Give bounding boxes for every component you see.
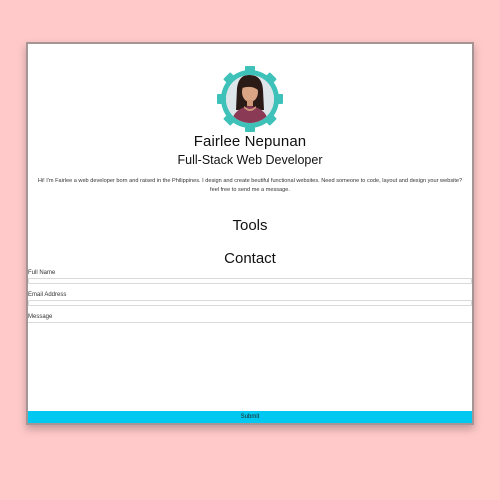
- contact-heading: Contact: [224, 250, 276, 267]
- portfolio-window: Fairlee Nepunan Full-Stack Web Developer…: [26, 42, 474, 425]
- profile-name: Fairlee Nepunan: [193, 133, 307, 150]
- full-name-field[interactable]: [28, 278, 472, 284]
- avatar: [217, 66, 283, 132]
- profile-bio: Hi! I'm Fairlee a web developer born and…: [37, 178, 463, 193]
- message-field[interactable]: [28, 322, 472, 410]
- email-label: Email Address: [28, 292, 67, 298]
- avatar-gear-frame: [217, 66, 283, 132]
- tools-heading: Tools: [232, 217, 268, 234]
- message-label: Message: [28, 314, 53, 320]
- portfolio-page: Fairlee Nepunan Full-Stack Web Developer…: [28, 44, 472, 423]
- full-name-label: Full Name: [28, 270, 56, 276]
- email-field[interactable]: [28, 300, 472, 306]
- profile-role: Full-Stack Web Developer: [177, 153, 323, 167]
- submit-button[interactable]: Submit: [28, 411, 472, 423]
